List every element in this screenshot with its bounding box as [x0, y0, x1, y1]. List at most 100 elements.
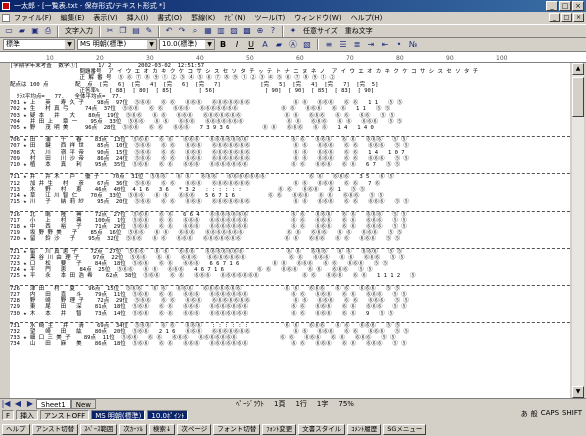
indent-icon[interactable]: ⇥: [365, 39, 377, 51]
bold-button[interactable]: B: [217, 39, 229, 51]
ruler-label: 10: [46, 55, 54, 62]
print-icon[interactable]: ⎙: [42, 25, 54, 37]
doc-minimize-button[interactable]: _: [549, 13, 560, 22]
chevron-down-icon[interactable]: ▼: [147, 40, 156, 49]
outdent-icon[interactable]: ⇤: [379, 39, 391, 51]
document-line: 734 山 田 麻 美 86点 18位 ⑤⑥⑥ ⑥ ⑥ ⑥⑥⑥ ⑥⑥⑥⑥⑥⑥⑥ …: [10, 341, 407, 348]
fkey-3[interactable]: ｽﾍﾟｰｽ範囲: [80, 424, 118, 435]
format-copy-icon[interactable]: ✎: [143, 25, 155, 37]
open-folder-icon[interactable]: ▰: [16, 25, 28, 37]
numbering-icon[interactable]: №: [407, 39, 419, 51]
overlay-text-button[interactable]: 重ね文字: [342, 25, 376, 37]
status-font-size: 10.0ﾎﾟｲﾝﾄ: [147, 410, 189, 420]
menu-help[interactable]: ヘルプ(H): [351, 13, 383, 23]
ime-status: あ 般 CAPS SHIFT: [521, 409, 582, 419]
ime-kanji-icon[interactable]: 般: [531, 409, 538, 419]
menu-file[interactable]: ファイル(F): [14, 13, 52, 23]
close-button[interactable]: ×: [572, 1, 584, 11]
window-controls: _ □ ×: [546, 1, 584, 11]
char-border-icon[interactable]: Ⓐ: [287, 39, 299, 51]
fkey-8[interactable]: ﾌｫﾝﾄ変更: [262, 424, 297, 435]
doc-restore-button[interactable]: □: [561, 13, 572, 22]
underline-button[interactable]: U: [245, 39, 257, 51]
menu-view[interactable]: 表示(V): [93, 13, 117, 23]
ime-hiragana-icon[interactable]: あ: [521, 409, 528, 419]
arbitrary-size-button[interactable]: 任意サイズ: [300, 25, 341, 37]
save-icon[interactable]: ▣: [29, 25, 41, 37]
table-icon[interactable]: ▦: [202, 25, 214, 37]
menu-insert[interactable]: 挿入(I): [127, 13, 149, 23]
vertical-scrollbar[interactable]: ▲ ▼: [572, 63, 584, 398]
redo-icon[interactable]: ↷: [176, 25, 188, 37]
ruler-label: 90: [446, 55, 454, 62]
font-size-value: 10.0(標準): [162, 40, 198, 48]
maximize-button[interactable]: □: [559, 1, 571, 11]
font-size-select[interactable]: 10.0(標準) ▼: [159, 39, 215, 50]
fkey-4[interactable]: 次ｶｰｿﾙ: [119, 424, 147, 435]
find-icon[interactable]: ⌕: [189, 25, 201, 37]
ruler-label: 60: [296, 55, 304, 62]
fkey-1[interactable]: ヘルプ: [2, 424, 30, 435]
document-area[interactable]: [学期学年末考査 数学①] 1/ 2 2002-03-02 12:51:57 問…: [10, 63, 570, 398]
font-color-icon[interactable]: A: [259, 39, 271, 51]
doc-close-button[interactable]: ×: [573, 13, 584, 22]
paste-icon[interactable]: ▤: [130, 25, 142, 37]
fkey-11[interactable]: SGメニュー: [383, 424, 427, 435]
fkey-5[interactable]: 検索↓: [148, 424, 176, 435]
highlight-icon[interactable]: ▰: [273, 39, 285, 51]
scroll-thumb[interactable]: [572, 77, 584, 117]
bullets-icon[interactable]: •: [393, 39, 405, 51]
page-indicator: 1頁: [273, 400, 286, 408]
fkey-6[interactable]: 次ページ: [177, 424, 212, 435]
align-right-icon[interactable]: ≣: [351, 39, 363, 51]
fkey-9[interactable]: 文書スタイル: [298, 424, 346, 435]
chart-icon[interactable]: ▩: [241, 25, 253, 37]
window-title: 一太郎 - [一覧表.txt - 保存形式/テキスト形式 *]: [14, 2, 166, 10]
menu-tools[interactable]: ツール(T): [254, 13, 285, 23]
sheet-tab-sheet1[interactable]: Sheet1: [36, 399, 71, 409]
menu-ruled-line[interactable]: 罫線(K): [191, 13, 215, 23]
image-icon[interactable]: ▨: [228, 25, 240, 37]
font-select[interactable]: MS 明朝(標準) ▼: [77, 39, 157, 50]
pin-icon[interactable]: ✦: [287, 25, 299, 37]
status-anst[interactable]: アンストOFF: [40, 410, 90, 420]
ruler-label: 30: [146, 55, 154, 62]
style-select[interactable]: 標準 ▼: [3, 39, 75, 50]
fkey-2[interactable]: アンスト切替: [31, 424, 79, 435]
document-icon[interactable]: [2, 14, 10, 22]
text-input-button[interactable]: 文字入力: [62, 25, 96, 37]
status-font: MS 明朝(標準): [91, 410, 146, 420]
help-icon[interactable]: ?: [267, 25, 279, 37]
zoom-icon[interactable]: ⊕: [254, 25, 266, 37]
menu-navi[interactable]: ﾅﾋﾞ(N): [224, 13, 245, 23]
menu-edit[interactable]: 編集(E): [61, 13, 85, 23]
fkey-10[interactable]: ｺﾒﾝﾄ履歴: [347, 424, 382, 435]
app-icon[interactable]: [2, 2, 10, 10]
function-key-bar: ヘルプ アンスト切替 ｽﾍﾟｰｽ範囲 次ｶｰｿﾙ 検索↓ 次ページ フォント切替…: [0, 423, 586, 436]
copy-icon[interactable]: ❐: [117, 25, 129, 37]
minimize-button[interactable]: _: [546, 1, 558, 11]
app-window: 一太郎 - [一覧表.txt - 保存形式/テキスト形式 *] _ □ × ファ…: [0, 0, 586, 436]
ruled-line-icon[interactable]: ▥: [215, 25, 227, 37]
cut-icon[interactable]: ✂: [104, 25, 116, 37]
caps-indicator: CAPS: [540, 409, 560, 417]
undo-icon[interactable]: ↶: [163, 25, 175, 37]
italic-button[interactable]: I: [231, 39, 243, 51]
align-left-icon[interactable]: ≡: [323, 39, 335, 51]
zoom-level[interactable]: 75%: [338, 400, 354, 408]
chevron-down-icon[interactable]: ▼: [205, 40, 214, 49]
chevron-down-icon[interactable]: ▼: [65, 40, 74, 49]
horizontal-ruler[interactable]: 10 20 30 40 50 60 70 80 90 100: [0, 52, 586, 63]
new-document-icon[interactable]: ▭: [3, 25, 15, 37]
style-select-value: 標準: [6, 40, 20, 48]
scroll-down-icon[interactable]: ▼: [572, 386, 584, 398]
page-layout-label[interactable]: ﾍﾟｰｼﾞﾗｳﾄ: [236, 399, 264, 409]
menu-window[interactable]: ウィンドウ(W): [294, 13, 341, 23]
fkey-7[interactable]: フォント切替: [213, 424, 261, 435]
scroll-up-icon[interactable]: ▲: [572, 63, 584, 75]
shade-icon[interactable]: ▧: [301, 39, 313, 51]
status-insert-mode[interactable]: 挿入: [16, 410, 39, 420]
align-center-icon[interactable]: ☰: [337, 39, 349, 51]
sheet-tab-new[interactable]: New: [70, 399, 96, 409]
menu-format[interactable]: 書式(O): [157, 13, 182, 23]
